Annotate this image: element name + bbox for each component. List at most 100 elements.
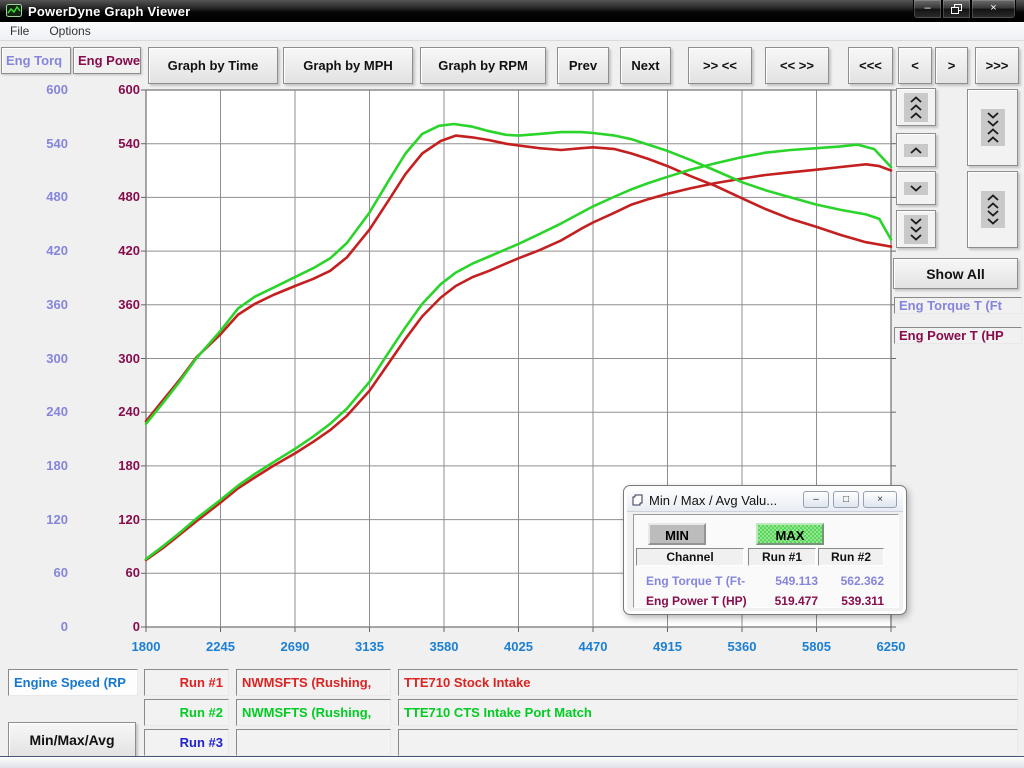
y-tick-label-power: 300 <box>80 351 140 367</box>
channel-box-eng-power[interactable]: Eng Power T (HP <box>894 327 1022 344</box>
menu-bar: File Options <box>0 22 1024 41</box>
y-tick-label-power: 240 <box>80 404 140 420</box>
zoom-in-x-button[interactable]: >> << <box>688 47 752 84</box>
minmax-minimize-button[interactable]: – <box>803 491 829 508</box>
graph-by-mph-button[interactable]: Graph by MPH <box>283 47 413 84</box>
minimize-button[interactable]: – <box>913 0 942 19</box>
x-tick-label: 4025 <box>488 639 550 655</box>
y-tick-label-torque: 600 <box>8 82 68 98</box>
y-tick-label-power: 120 <box>80 512 140 528</box>
minmax-content: MIN MAX Channel Run #1 Run #2 Eng Torque… <box>633 514 899 608</box>
prev-button[interactable]: Prev <box>557 47 609 84</box>
graph-by-time-button[interactable]: Graph by Time <box>148 47 278 84</box>
scroll-left-button[interactable]: < <box>898 47 932 84</box>
x-tick-label: 2245 <box>190 639 252 655</box>
minmax-cell-run2: 562.362 <box>818 574 890 588</box>
x-tick-label: 3135 <box>339 639 401 655</box>
zoom-out-x-button[interactable]: << >> <box>765 47 829 84</box>
minmaxavg-button[interactable]: Min/Max/Avg <box>8 722 136 757</box>
title-bar: PowerDyne Graph Viewer – × <box>0 0 1024 22</box>
chevron-icon <box>981 109 1005 146</box>
run2-operator-box[interactable]: NWMSFTS (Rushing, <box>236 699 391 726</box>
y-tick-label-power: 540 <box>80 136 140 152</box>
y-scroll-up-fast-button[interactable] <box>896 88 936 126</box>
y-tick-label-torque: 300 <box>8 351 68 367</box>
x-axis-channel-box[interactable]: Engine Speed (RP <box>8 669 138 696</box>
menu-file[interactable]: File <box>0 24 39 38</box>
y-tick-label-torque: 240 <box>8 404 68 420</box>
run3-description-box[interactable] <box>398 729 1018 756</box>
next-button[interactable]: Next <box>620 47 671 84</box>
y-tick-label-torque: 180 <box>8 458 68 474</box>
window-title: PowerDyne Graph Viewer <box>28 4 190 19</box>
y-tick-label-torque: 360 <box>8 297 68 313</box>
x-tick-label: 4470 <box>562 639 624 655</box>
y-scroll-down-button[interactable] <box>896 171 936 205</box>
scroll-right-button[interactable]: > <box>935 47 968 84</box>
minmax-maximize-button[interactable]: □ <box>833 491 859 508</box>
run1-description-box[interactable]: TTE710 Stock Intake <box>398 669 1018 696</box>
channel-button-eng-torque[interactable]: Eng Torq <box>1 47 71 74</box>
y-tick-label-power: 480 <box>80 189 140 205</box>
minmax-window: Min / Max / Avg Valu... – □ × MIN MAX Ch… <box>624 486 906 614</box>
y-tick-label-power: 180 <box>80 458 140 474</box>
scroll-right-fast-button[interactable]: >>> <box>975 47 1019 84</box>
y-zoom-in-button[interactable] <box>967 89 1018 166</box>
run3-label: Run #3 <box>144 729 229 756</box>
minmax-cell-run1: 549.113 <box>748 574 818 588</box>
minmax-cell-channel: Eng Power T (HP) <box>636 594 748 608</box>
y-tick-label-power: 600 <box>80 82 140 98</box>
y-scroll-down-fast-button[interactable] <box>896 210 936 248</box>
x-tick-label: 4915 <box>637 639 699 655</box>
minmax-cell-run1: 519.477 <box>748 594 818 608</box>
y-tick-label-power: 420 <box>80 243 140 259</box>
app-window: PowerDyne Graph Viewer – × File Options … <box>0 0 1024 768</box>
y-tick-label-torque: 0 <box>8 619 68 635</box>
y-tick-label-torque: 60 <box>8 565 68 581</box>
channel-box-eng-torque[interactable]: Eng Torque T (Ft <box>894 297 1022 314</box>
x-tick-label: 3580 <box>413 639 475 655</box>
status-bar <box>0 756 1024 768</box>
close-button[interactable]: × <box>971 0 1016 19</box>
minmax-cell-run2: 539.311 <box>818 594 890 608</box>
restore-button[interactable] <box>942 0 971 19</box>
run2-description-box[interactable]: TTE710 CTS Intake Port Match <box>398 699 1018 726</box>
minmax-col-channel: Channel <box>636 548 744 566</box>
minmax-row: Eng Power T (HP)519.477539.311 <box>636 591 898 611</box>
scroll-left-fast-button[interactable]: <<< <box>848 47 893 84</box>
minmax-row: Eng Torque T (Ft-549.113562.362 <box>636 571 898 591</box>
run2-label: Run #2 <box>144 699 229 726</box>
x-tick-label: 2690 <box>264 639 326 655</box>
y-scroll-up-button[interactable] <box>896 133 936 167</box>
run1-operator-box[interactable]: NWMSFTS (Rushing, <box>236 669 391 696</box>
min-tab-button[interactable]: MIN <box>648 523 706 545</box>
show-all-button[interactable]: Show All <box>893 258 1018 289</box>
x-tick-label: 6250 <box>860 639 922 655</box>
y-tick-label-power: 0 <box>80 619 140 635</box>
x-tick-label: 5360 <box>711 639 773 655</box>
minmax-close-button[interactable]: × <box>863 491 897 508</box>
minmax-col-run2: Run #2 <box>818 548 884 566</box>
chevron-icon <box>981 191 1005 228</box>
minmax-window-title: Min / Max / Avg Valu... <box>649 493 777 508</box>
y-tick-label-power: 60 <box>80 565 140 581</box>
y-tick-label-torque: 120 <box>8 512 68 528</box>
minmax-titlebar[interactable]: Min / Max / Avg Valu... – □ × <box>627 489 903 512</box>
x-tick-label: 1800 <box>115 639 177 655</box>
chevron-icon <box>904 93 928 122</box>
y-tick-label-torque: 540 <box>8 136 68 152</box>
chevron-icon <box>904 144 928 157</box>
app-icon <box>6 3 22 19</box>
minmax-col-run1: Run #1 <box>748 548 816 566</box>
run1-label: Run #1 <box>144 669 229 696</box>
channel-button-eng-power[interactable]: Eng Powe <box>73 47 141 74</box>
menu-options[interactable]: Options <box>39 24 100 38</box>
graph-by-rpm-button[interactable]: Graph by RPM <box>420 47 546 84</box>
run3-operator-box[interactable] <box>236 729 391 756</box>
x-tick-label: 5805 <box>786 639 848 655</box>
chevron-icon <box>904 215 928 244</box>
y-zoom-out-button[interactable] <box>967 171 1018 248</box>
y-tick-label-torque: 420 <box>8 243 68 259</box>
minmax-cell-channel: Eng Torque T (Ft- <box>636 574 748 588</box>
max-tab-button[interactable]: MAX <box>756 523 824 545</box>
